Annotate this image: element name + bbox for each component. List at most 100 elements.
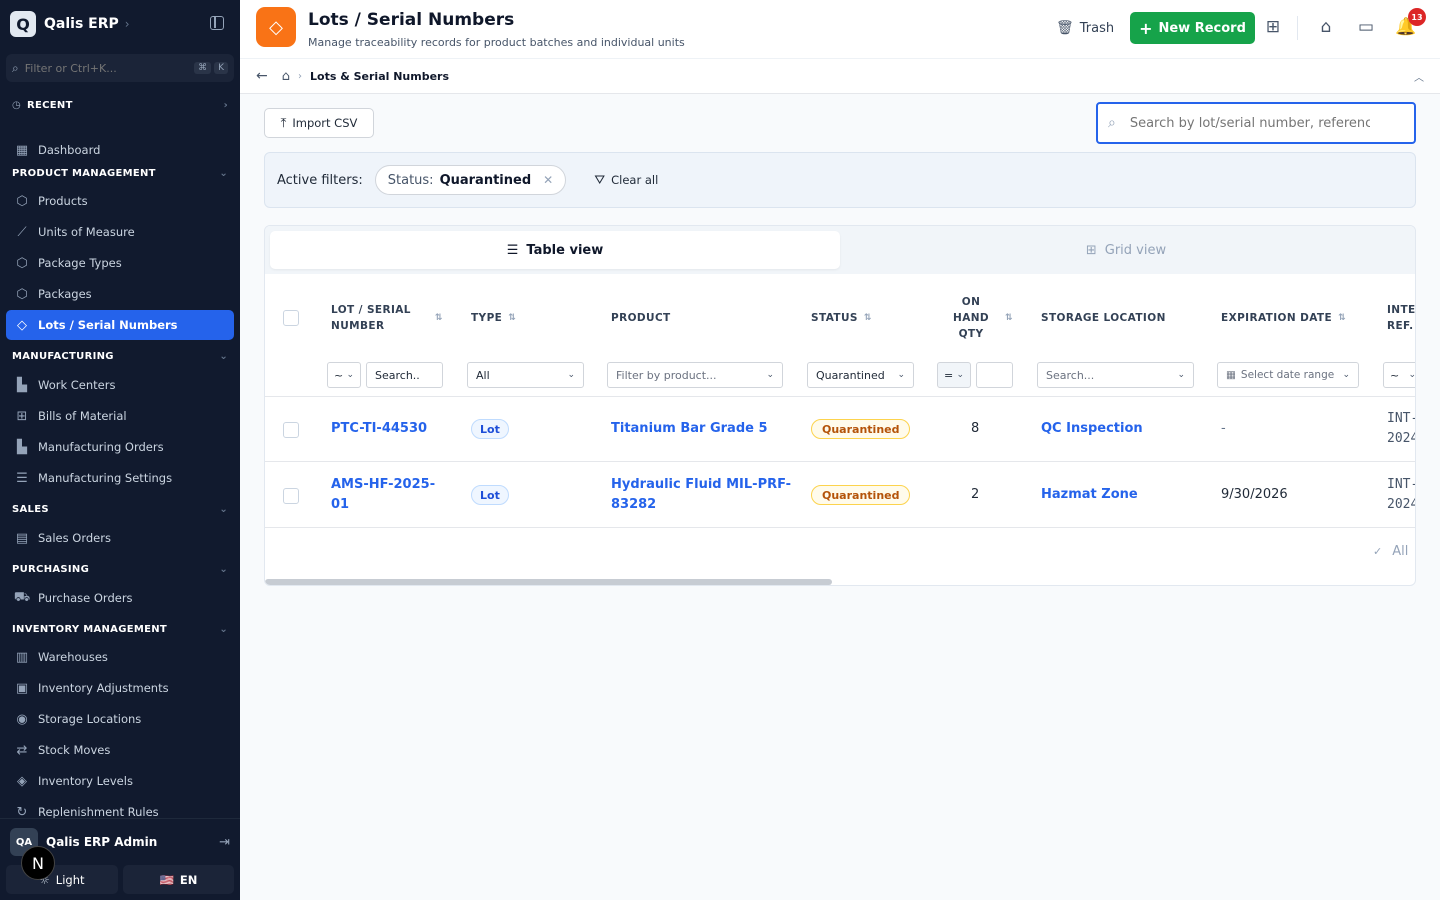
sidebar-filter-input[interactable]	[24, 61, 175, 75]
location-link[interactable]: QC Inspection	[1041, 419, 1143, 439]
dashboard-icon: ▦	[15, 142, 29, 158]
qty-value-input[interactable]	[976, 362, 1013, 388]
sidebar-item-stock-moves[interactable]: ⇄ Stock Moves	[6, 736, 234, 764]
type-badge: Lot	[471, 485, 509, 505]
nav-section-inventory[interactable]: INVENTORY MANAGEMENT ⌄	[12, 624, 228, 635]
sidebar-item-packages[interactable]: ⬡ Packages	[6, 280, 234, 308]
expiration-value: -	[1221, 421, 1226, 436]
trash-button[interactable]: 🗑 Trash	[1056, 16, 1114, 40]
header-text: NUMBER	[331, 320, 385, 332]
lot-search-input[interactable]: Search..	[366, 362, 443, 388]
import-csv-button[interactable]: ⤒ Import CSV	[264, 108, 374, 138]
sidebar-item-bom[interactable]: ⊞ Bills of Material	[6, 402, 234, 430]
nav-section-manufacturing[interactable]: MANUFACTURING ⌄	[12, 351, 228, 362]
col-header-status[interactable]: STATUS ⇅	[811, 310, 872, 326]
select-value: All	[476, 368, 490, 382]
sidebar-item-mfg-settings[interactable]: ☰ Manufacturing Settings	[6, 464, 234, 492]
sidebar-item-inv-adjust[interactable]: ▣ Inventory Adjustments	[6, 674, 234, 702]
location-filter-select[interactable]: Search... ⌄	[1037, 362, 1194, 388]
search-input[interactable]	[1129, 115, 1370, 131]
nav-section-purchasing[interactable]: PURCHASING ⌄	[12, 564, 228, 575]
trash-label: Trash	[1079, 20, 1115, 36]
sidebar-item-dashboard[interactable]: ▦ Dashboard	[6, 136, 234, 164]
sidebar-item-work-centers[interactable]: ▙ Work Centers	[6, 371, 234, 399]
col-header-lot[interactable]: LOT / SERIAL NUMBER ⇅	[331, 302, 443, 334]
status-filter-select[interactable]: Quarantined ⌄	[807, 362, 914, 388]
sidebar-item-package-types[interactable]: ⬡ Package Types	[6, 249, 234, 277]
chat-icon[interactable]: ▭	[1355, 16, 1377, 38]
back-arrow-icon[interactable]: ←	[256, 68, 268, 84]
sort-icon: ⇅	[1005, 313, 1013, 323]
select-all-checkbox[interactable]	[283, 310, 299, 326]
apps-grid-icon[interactable]: ⊞	[1262, 16, 1284, 38]
chevron-down-icon: ⌄	[567, 370, 575, 380]
record-search[interactable]: ⌕	[1096, 102, 1416, 144]
home-icon[interactable]: ⌂	[282, 69, 290, 84]
n-logo-badge[interactable]: N	[21, 846, 55, 880]
sidebar-item-warehouses[interactable]: ▥ Warehouses	[6, 643, 234, 671]
close-icon[interactable]: ✕	[543, 173, 553, 187]
product-filter-select[interactable]: Filter by product... ⌄	[607, 362, 783, 388]
ref-line: 2024	[1387, 497, 1416, 512]
type-badge: Lot	[471, 419, 509, 439]
sidebar-item-sales-orders[interactable]: ▤ Sales Orders	[6, 524, 234, 552]
sidebar-item-inv-levels[interactable]: ◈ Inventory Levels	[6, 767, 234, 795]
tab-grid-view[interactable]: ⊞ Grid view	[841, 231, 1411, 269]
header-text: INTE	[1387, 304, 1416, 316]
lot-operator-select[interactable]: ~ ⌄	[327, 362, 361, 388]
nav-recent[interactable]: ◷ RECENT ›	[12, 100, 228, 111]
sidebar-item-label: Units of Measure	[38, 225, 135, 239]
new-record-button[interactable]: + New Record	[1130, 12, 1255, 44]
qty-operator-select[interactable]: = ⌄	[937, 362, 971, 388]
lot-line: 01	[331, 497, 350, 512]
notification-count-badge: 13	[1408, 8, 1426, 26]
sidebar-item-storage-locations[interactable]: ◉ Storage Locations	[6, 705, 234, 733]
tab-label: Table view	[526, 242, 604, 258]
type-filter-select[interactable]: All ⌄	[467, 362, 584, 388]
row-checkbox[interactable]	[283, 422, 299, 438]
filter-clear-icon: ⛛	[594, 172, 606, 188]
nav-section-sales[interactable]: SALES ⌄	[12, 504, 228, 515]
chevron-down-icon: ⌄	[219, 504, 228, 515]
sidebar-filter[interactable]: ⌕ ⌘ K	[6, 54, 234, 82]
map-pin-icon: ◉	[16, 711, 28, 727]
col-header-qty[interactable]: ON HAND QTY ⇅	[953, 294, 1013, 342]
horizontal-scrollbar[interactable]	[265, 579, 832, 585]
brand[interactable]: Q Qalis ERP ›	[10, 10, 130, 38]
location-link[interactable]: Hazmat Zone	[1041, 485, 1138, 505]
sidebar-item-mo[interactable]: ▙ Manufacturing Orders	[6, 433, 234, 461]
product-link[interactable]: Titanium Bar Grade 5	[611, 419, 768, 439]
row-checkbox[interactable]	[283, 488, 299, 504]
sidebar-item-purchase-orders[interactable]: ⛟ Purchase Orders	[6, 584, 234, 612]
sidebar-item-products[interactable]: ⬡ Products	[6, 187, 234, 215]
product-link[interactable]: Hydraulic Fluid MIL-PRF- 83282	[611, 475, 791, 515]
sidebar-item-label: Inventory Levels	[38, 774, 133, 788]
sidebar-item-uom[interactable]: ⟋ Units of Measure	[6, 218, 234, 246]
sidebar-item-lots[interactable]: ◇ Lots / Serial Numbers	[6, 310, 234, 340]
sidebar-item-label: Warehouses	[38, 650, 108, 664]
chevron-down-icon: ⌄	[219, 351, 228, 362]
lot-number-link[interactable]: PTC-TI-44530	[331, 419, 427, 439]
all-label: All	[1392, 544, 1409, 559]
col-header-expiration[interactable]: EXPIRATION DATE ⇅	[1221, 310, 1346, 326]
sidebar-collapse-icon[interactable]	[210, 16, 224, 30]
filter-chip-status[interactable]: Status: Quarantined ✕	[374, 165, 567, 195]
expiration-date-range[interactable]: ▦ Select date range ⌄	[1217, 362, 1359, 388]
clear-all-button[interactable]: ⛛ Clear all	[594, 173, 658, 188]
chevron-up-icon[interactable]: ︿	[1414, 69, 1424, 84]
kbd-k: K	[214, 62, 228, 74]
logout-icon[interactable]: ⇥	[219, 835, 230, 850]
row-divider	[265, 396, 1415, 397]
sidebar-item-label: Replenishment Rules	[38, 805, 159, 819]
header-text: STORAGE LOCATION	[1041, 312, 1166, 324]
ref-operator-select[interactable]: ~ ⌄	[1383, 362, 1415, 388]
column-toggle-all[interactable]: ✓ All	[1373, 544, 1408, 559]
robot-icon[interactable]: ⌂	[1315, 16, 1337, 38]
box-icon: ⬡	[16, 255, 28, 271]
language-button[interactable]: 🇺🇸 EN	[123, 865, 234, 894]
tab-table-view[interactable]: ☰ Table view	[270, 231, 840, 269]
lot-number-link[interactable]: AMS-HF-2025- 01	[331, 475, 435, 515]
col-header-type[interactable]: TYPE ⇅	[471, 310, 516, 326]
product-line: Hydraulic Fluid MIL-PRF-	[611, 477, 791, 492]
nav-section-product[interactable]: PRODUCT MANAGEMENT ⌄	[12, 168, 228, 179]
